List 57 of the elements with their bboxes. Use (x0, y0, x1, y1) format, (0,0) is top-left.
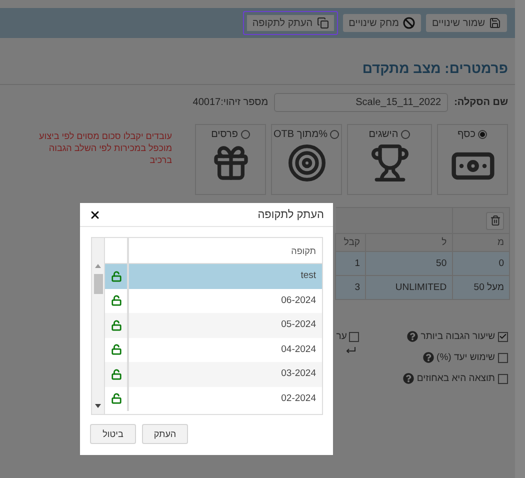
trash-icon (490, 215, 500, 226)
scrollbar-thumb[interactable] (94, 274, 102, 294)
checkbox[interactable] (348, 332, 359, 342)
description-text: עובדים יקבלו סכום מסוים לפי ביצוע מוכפל במכירות לפי השלב הגבוה ברכיב (38, 130, 172, 166)
radio-button[interactable] (401, 130, 410, 139)
scale-name-label: שם הסקלה: (454, 97, 508, 108)
close-button[interactable] (89, 208, 101, 220)
id-number: מספר זיהוי:40017 (192, 97, 268, 108)
reward-label: %מתוך OTB (274, 129, 328, 140)
radio-button[interactable] (240, 130, 250, 139)
table-cell: 50 (366, 252, 452, 276)
radio-button[interactable] (330, 130, 340, 139)
cancel-button[interactable]: ביטול (90, 424, 136, 444)
table-cell: 1 (336, 252, 366, 276)
checkbox[interactable] (498, 374, 508, 384)
radio-button[interactable] (478, 130, 488, 139)
return-arrow-icon (346, 347, 356, 353)
table-cell: UNLIMITED (366, 276, 452, 300)
reward-label: פרסים (211, 129, 238, 140)
reward-card[interactable]: %מתוך OTB (271, 124, 342, 195)
help-icon[interactable] (422, 352, 434, 363)
toolbar-button[interactable]: העתק לתקופה (243, 11, 338, 35)
column-header: קבל (336, 234, 366, 252)
copy-button[interactable]: העתק (142, 424, 188, 444)
save-icon (489, 17, 501, 29)
scroll-down-arrow-icon[interactable] (95, 404, 101, 408)
option-label: תוצאה היא באחוזים (416, 373, 495, 384)
trophy-icon (370, 143, 410, 183)
scrollbar[interactable] (92, 238, 105, 414)
option-label: שיעור הגבוה ביותר (420, 331, 495, 342)
reward-label: כסף (458, 129, 476, 140)
dialog-title: העתק לתקופה (258, 208, 324, 220)
checkbox[interactable] (498, 332, 508, 342)
cancel-icon (402, 17, 415, 29)
scale-name-field[interactable]: Scale_15_11_2022 (274, 93, 448, 112)
option-label: שימוש יעד (%) (436, 352, 495, 363)
reward-label: הישגים (368, 129, 398, 140)
column-header: ל (366, 234, 452, 252)
table-cell: 0 (452, 252, 510, 276)
column-header: מ (452, 234, 510, 252)
toolbar-button[interactable]: מחק שינויים (342, 14, 421, 32)
checkbox[interactable] (498, 352, 508, 362)
reward-card[interactable]: כסף (437, 124, 508, 195)
scroll-up-arrow-icon[interactable] (95, 264, 101, 268)
toolbar-button[interactable]: שמור שינויים (426, 14, 507, 32)
option-label: ער (336, 331, 347, 342)
help-icon[interactable] (406, 331, 418, 342)
target-icon (286, 143, 326, 183)
delete-button[interactable] (486, 212, 504, 230)
table-cell: 3 (336, 276, 366, 300)
page-title: פרמטרים: מצב מתקדם (0, 60, 515, 85)
reward-card[interactable]: פרסים (195, 124, 266, 195)
table-cell: מעל 50 (452, 276, 510, 300)
reward-card[interactable]: הישגים (347, 124, 432, 195)
column-header: תקופה (128, 238, 322, 263)
help-icon[interactable] (402, 373, 414, 384)
copy-icon (316, 17, 329, 29)
